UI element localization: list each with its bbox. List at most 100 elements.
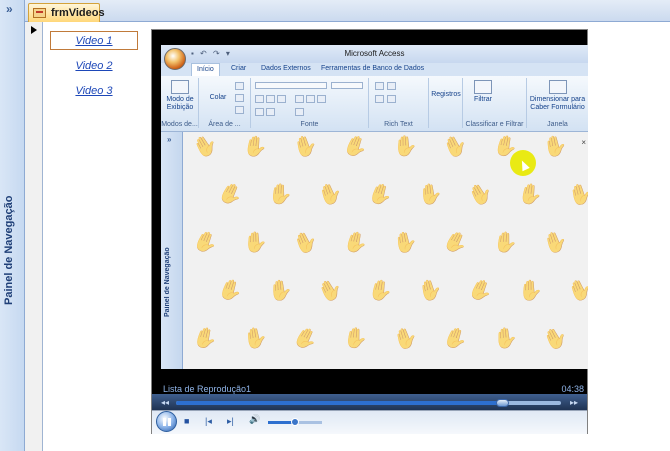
handprint-icon: ✋	[391, 230, 420, 256]
handprint-icon: ✋	[518, 280, 543, 302]
handprint-icon: ✋	[492, 231, 519, 255]
fill-color-icon	[266, 108, 275, 116]
handprint-icon: ✋	[267, 278, 294, 304]
format-painter-icon	[235, 106, 244, 114]
resize-to-fit-button: Dimensionar para Caber Formulário	[529, 80, 586, 112]
handprint-icon: ✋	[190, 325, 221, 353]
handprint-icon: ✋	[390, 324, 421, 354]
app-window: » Painel de Navegação frmVideos Video 1 …	[0, 0, 670, 451]
embedded-tab-external-data: Dados Externos	[261, 65, 311, 72]
view-button: Modo de Exibição	[163, 80, 197, 112]
handprint-icon: ✋	[342, 326, 369, 352]
handprint-icon: ✋	[565, 181, 588, 209]
embedded-close-icon: ×	[581, 138, 586, 147]
video-2-link[interactable]: Video 2	[50, 57, 138, 76]
document-tab-strip: frmVideos	[25, 0, 670, 22]
handprint-icon: ✋	[314, 180, 346, 210]
copy-icon	[235, 94, 244, 102]
font-color-icon	[255, 108, 264, 116]
navigation-pane-label[interactable]: Painel de Navegação	[3, 190, 21, 310]
video-1-link[interactable]: Video 1	[50, 31, 138, 50]
handprint-icon: ✋	[540, 228, 571, 258]
navigation-pane[interactable]: » Painel de Navegação	[0, 0, 25, 451]
stop-icon[interactable]: ■	[184, 416, 189, 426]
outdent-icon	[387, 82, 396, 90]
handprint-icon: ✋	[366, 278, 395, 304]
handprint-icon: ✋	[464, 179, 497, 211]
handprint-icon: ✋	[215, 276, 246, 306]
volume-thumb[interactable]	[291, 418, 299, 426]
align-left-icon	[295, 95, 304, 103]
handprint-background: ✋ ✋ ✋ ✋ ✋ ✋ ✋ ✋ ✋ ✋ ✋ ✋ ✋ ✋ ✋ ✋ ✋ ✋ ✋ ✋ ✋ ✋ ✋ ✋ ✋ ✋ ✋ ✋ ✋ ✋ ✋ ✋ ✋ ✋ ✋ ✋ ✋ ✋ ✋ ✋	[183, 132, 588, 369]
handprint-icon: ✋	[214, 179, 247, 211]
embedded-tab-home: Início	[191, 63, 220, 76]
handprint-icon: ✋	[464, 276, 497, 306]
ribbon-group-sort-filter: Filtrar Classificar e Filtrar	[463, 78, 527, 128]
numbering-icon	[387, 95, 396, 103]
playlist-label: Lista de Reprodução1	[163, 384, 252, 394]
volume-slider[interactable]	[268, 418, 322, 426]
video-3-link[interactable]: Video 3	[50, 82, 138, 101]
ribbon-group-window: Dimensionar para Caber Formulário Janela	[527, 78, 588, 128]
handprint-icon: ✋	[439, 132, 472, 163]
handprint-icon: ✋	[539, 323, 572, 355]
seek-progress	[176, 401, 504, 405]
italic-icon	[266, 95, 275, 103]
indent-icon	[375, 82, 384, 90]
seek-thumb[interactable]	[496, 399, 510, 407]
record-selector[interactable]	[25, 22, 43, 451]
handprint-icon: ✋	[289, 323, 322, 355]
paste-button: Colar	[209, 94, 227, 101]
previous-icon[interactable]: |◂	[205, 416, 212, 427]
handprint-icon: ✋	[339, 132, 372, 162]
form-icon	[33, 8, 46, 18]
embedded-tab-create: Criar	[231, 65, 247, 72]
embedded-tab-db-tools: Ferramentas de Banco de Dados	[321, 65, 425, 72]
current-record-arrow-icon	[31, 26, 37, 34]
font-name-box	[255, 82, 327, 89]
handprint-icon: ✋	[516, 182, 545, 208]
handprint-icon: ✋	[439, 227, 472, 259]
player-controls: ◂◂ ▸▸ ■ |◂ ▸| 🔊	[152, 394, 587, 434]
handprint-icon: ✋	[242, 231, 269, 255]
elapsed-time: 04:38	[561, 384, 584, 394]
rewind-icon[interactable]: ◂◂	[161, 398, 169, 407]
media-player[interactable]: ▪ ↶ ↷ ▾ Microsoft Access Início Criar Da…	[151, 29, 588, 434]
embedded-ribbon-tabs: Início Criar Dados Externos Ferramentas …	[161, 63, 588, 76]
handprint-icon: ✋	[564, 276, 588, 306]
handprint-icon: ✋	[392, 135, 419, 159]
pause-button[interactable]	[156, 411, 177, 432]
handprint-icon: ✋	[416, 182, 444, 208]
ribbon-group-clipboard: Colar Área de ...	[199, 78, 251, 128]
embedded-ribbon: Modo de Exibição Modos de... Colar Área …	[161, 76, 588, 132]
embedded-nav-expand-icon: »	[167, 135, 172, 144]
handprint-icon: ✋	[340, 229, 371, 257]
handprint-icon: ✋	[541, 133, 570, 161]
seek-bar[interactable]	[176, 399, 561, 407]
view-icon	[171, 80, 189, 94]
ribbon-group-records: Registros	[429, 78, 463, 128]
embedded-title-bar: ▪ ↶ ↷ ▾ Microsoft Access	[161, 45, 588, 63]
tab-frmvideos[interactable]: frmVideos	[28, 3, 105, 22]
handprint-icon: ✋	[189, 228, 222, 258]
embedded-nav-pane: » Painel de Navegação	[161, 132, 183, 369]
volume-icon[interactable]: 🔊	[249, 414, 260, 425]
records-button: Registros	[431, 91, 461, 98]
ribbon-group-views: Modo de Exibição Modos de...	[161, 78, 199, 128]
handprint-icon: ✋	[267, 183, 294, 207]
filter-button: Filtrar	[469, 80, 497, 104]
nav-expand-icon[interactable]: »	[6, 3, 13, 15]
video-frame: ▪ ↶ ↷ ▾ Microsoft Access Início Criar Da…	[161, 45, 588, 369]
office-button-icon	[164, 48, 186, 70]
font-size-box	[331, 82, 363, 89]
embedded-nav-pane-label: Painel de Navegação	[164, 247, 171, 317]
handprint-icon: ✋	[492, 327, 519, 351]
handprint-icon: ✋	[289, 227, 322, 259]
handprint-icon: ✋	[189, 132, 222, 163]
fast-forward-icon[interactable]: ▸▸	[570, 398, 578, 407]
filter-icon	[474, 80, 492, 94]
bold-icon	[255, 95, 264, 103]
ribbon-group-font: Fonte	[251, 78, 369, 128]
next-icon[interactable]: ▸|	[227, 416, 234, 427]
handprint-icon: ✋	[314, 275, 347, 307]
